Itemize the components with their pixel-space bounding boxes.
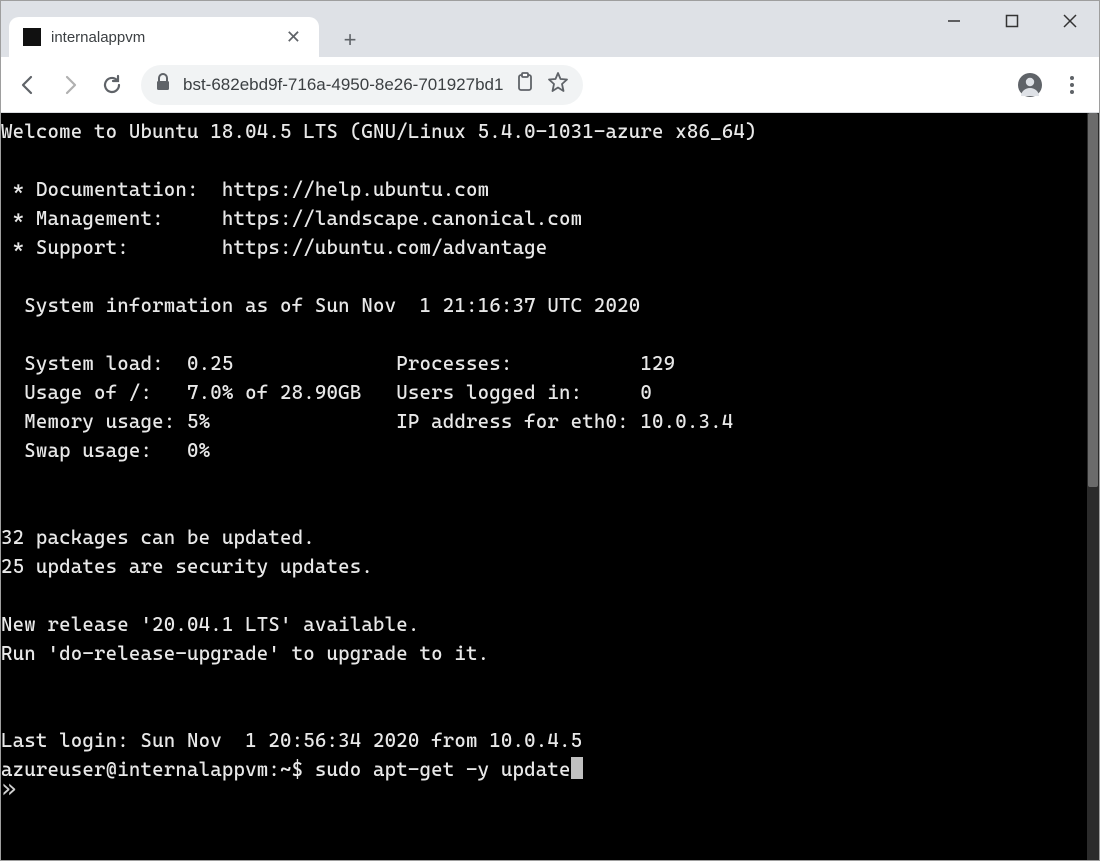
browser-window: internalappvm ✕ + [0, 0, 1100, 861]
tab-strip: internalappvm ✕ + [1, 1, 367, 57]
titlebar: internalappvm ✕ + [1, 1, 1099, 57]
scrollbar-thumb[interactable] [1088, 113, 1098, 487]
close-window-button[interactable] [1041, 1, 1099, 41]
back-button[interactable] [9, 66, 47, 104]
profile-button[interactable] [1011, 66, 1049, 104]
address-bar[interactable]: bst-682ebd9f-716a-4950-8e26-701927bd1684… [141, 65, 583, 105]
maximize-button[interactable] [983, 1, 1041, 41]
window-controls [925, 1, 1099, 41]
tab-title: internalappvm [51, 29, 282, 46]
vertical-scrollbar[interactable] [1087, 113, 1099, 860]
star-icon[interactable] [547, 71, 569, 98]
lock-icon [155, 73, 171, 96]
url-text: bst-682ebd9f-716a-4950-8e26-701927bd1684… [183, 75, 503, 95]
expand-chevrons-icon[interactable]: » [1, 774, 11, 804]
toolbar: bst-682ebd9f-716a-4950-8e26-701927bd1684… [1, 57, 1099, 113]
favicon [23, 28, 41, 46]
menu-button[interactable] [1053, 66, 1091, 104]
clipboard-icon[interactable] [515, 72, 535, 97]
reload-button[interactable] [93, 66, 131, 104]
forward-button[interactable] [51, 66, 89, 104]
content-area: Welcome to Ubuntu 18.04.5 LTS (GNU/Linux… [1, 113, 1099, 860]
terminal-cursor [571, 757, 583, 779]
close-tab-button[interactable]: ✕ [282, 25, 305, 50]
terminal[interactable]: Welcome to Ubuntu 18.04.5 LTS (GNU/Linux… [1, 113, 1087, 860]
new-tab-button[interactable]: + [333, 23, 367, 57]
minimize-button[interactable] [925, 1, 983, 41]
browser-tab[interactable]: internalappvm ✕ [9, 17, 319, 57]
